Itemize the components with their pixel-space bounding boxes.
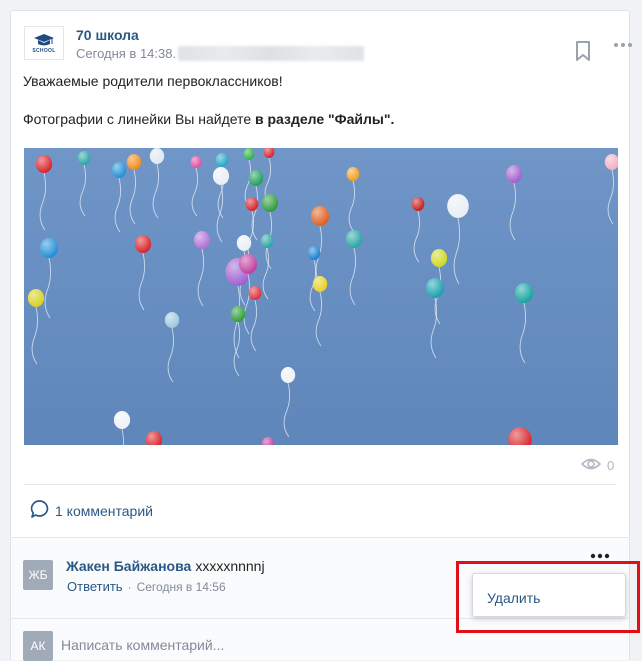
- comment-bubble-icon: [30, 499, 50, 522]
- post-header: SCHOOL 70 школа Сегодня в 14:38.: [24, 26, 632, 66]
- comment-actions: Ответить · Сегодня в 14:56: [67, 579, 226, 594]
- post-text-bold: в разделе "Файлы".: [255, 111, 395, 127]
- post-meta: Сегодня в 14:38.: [76, 46, 365, 61]
- current-user-avatar: АК: [23, 631, 53, 661]
- comments-count-link[interactable]: 1 комментарий: [30, 499, 153, 522]
- comment-text: xxxxxnnnnj: [195, 558, 265, 574]
- post-time[interactable]: Сегодня в 14:38.: [76, 46, 176, 61]
- comments-count-label: 1 комментарий: [55, 502, 153, 519]
- author-avatar[interactable]: SCHOOL: [24, 26, 64, 60]
- post-text: Уважаемые родители первоклассников! Фото…: [23, 72, 615, 129]
- post-text-line: Фотографии с линейки Вы найдете в раздел…: [23, 110, 615, 129]
- redacted-text: [178, 46, 365, 61]
- comment-action-menu: Удалить: [472, 573, 626, 617]
- post-author-name[interactable]: 70 школа: [76, 27, 139, 43]
- post-card: SCHOOL 70 школа Сегодня в 14:38. Уважаем…: [10, 10, 632, 661]
- post-photo-balloons[interactable]: [24, 148, 618, 445]
- post-text-line: Уважаемые родители первоклассников!: [23, 73, 283, 89]
- separator-dot: ·: [127, 580, 132, 594]
- reply-link[interactable]: Ответить: [67, 579, 123, 594]
- delete-menu-item[interactable]: Удалить: [487, 590, 540, 606]
- comment-author-line: Жакен Байжанова xxxxxnnnnj: [66, 558, 265, 574]
- post-text-plain: Фотографии с линейки Вы найдете: [23, 111, 255, 127]
- logo-text: SCHOOL: [32, 47, 56, 54]
- comment-input[interactable]: [61, 632, 441, 658]
- graduation-cap-icon: [33, 33, 55, 47]
- divider: [24, 484, 616, 485]
- comment-composer: АК: [11, 618, 629, 661]
- more-icon[interactable]: [612, 40, 634, 52]
- comment-time[interactable]: Сегодня в 14:56: [137, 580, 226, 594]
- views-counter: 0: [580, 456, 615, 474]
- comment-author-name[interactable]: Жакен Байжанова: [66, 558, 191, 574]
- commenter-avatar[interactable]: ЖБ: [23, 560, 53, 590]
- bookmark-icon[interactable]: [574, 40, 592, 62]
- views-count: 0: [607, 457, 615, 473]
- eye-icon: [580, 457, 602, 474]
- comment-more-icon[interactable]: [589, 549, 611, 559]
